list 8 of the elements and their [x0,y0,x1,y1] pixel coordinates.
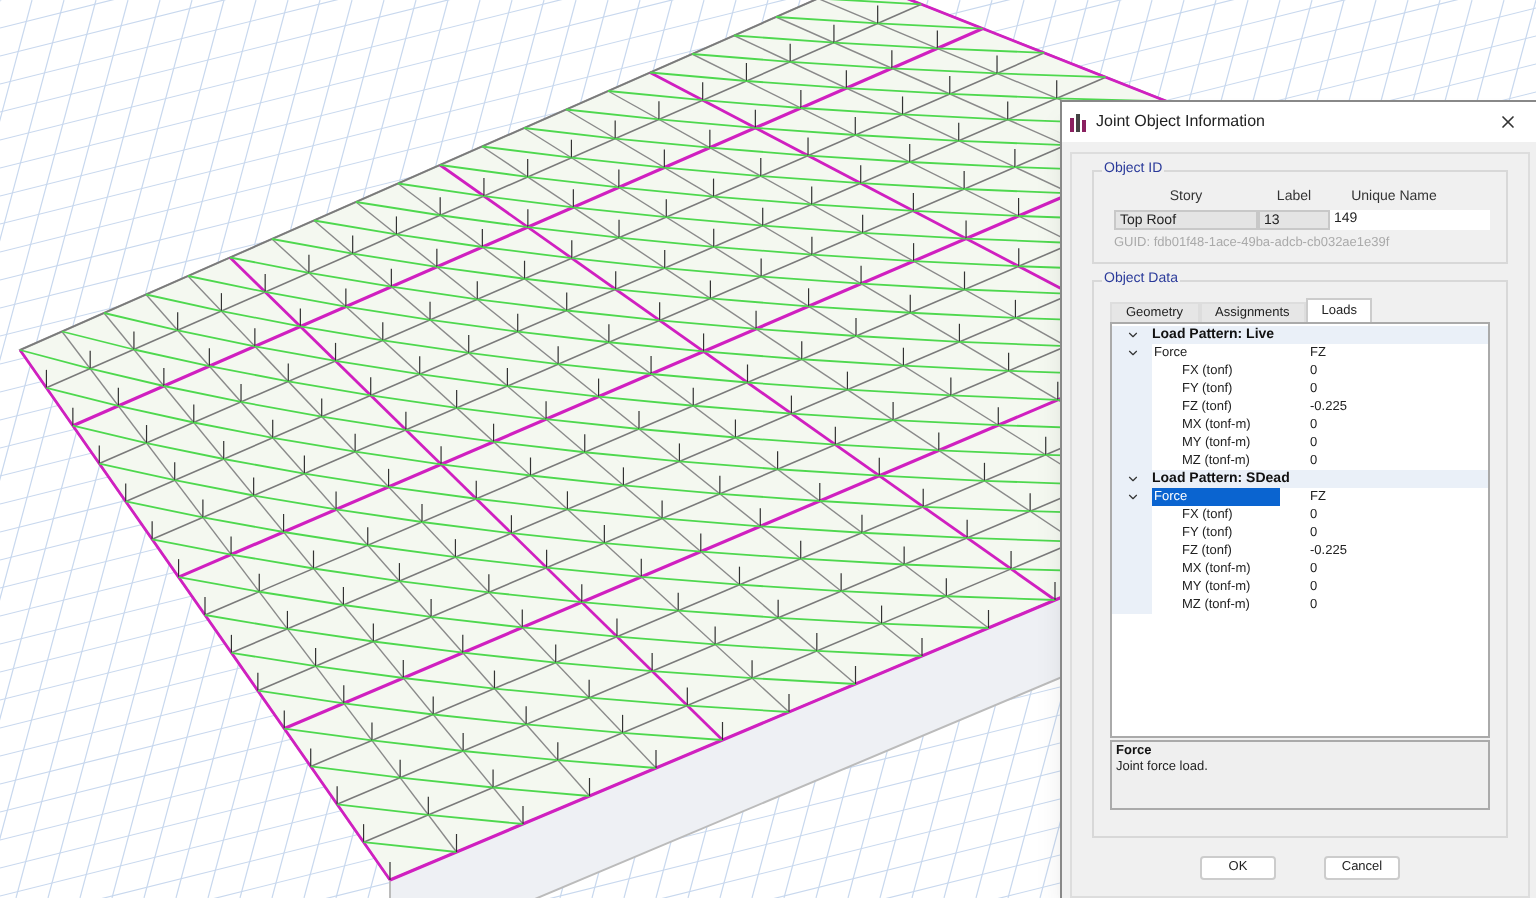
collapse-icon[interactable] [1125,328,1139,343]
app-logo-icon [1070,113,1088,131]
collapse-icon[interactable] [1125,346,1139,361]
collapse-icon[interactable] [1125,490,1139,505]
collapse-icon[interactable] [1125,472,1139,487]
tree-gutter [1112,596,1152,615]
window-title: Joint Object Information [1096,110,1267,134]
close-icon[interactable] [1498,112,1518,132]
